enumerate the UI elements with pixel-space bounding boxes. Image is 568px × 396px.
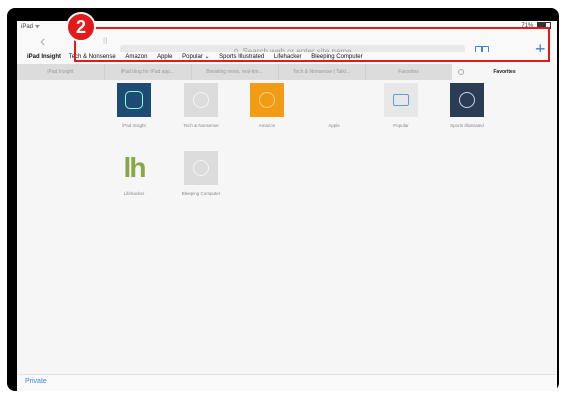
favorite-label: Apple [328,123,340,128]
active-tab-label: Favorites [493,69,516,75]
favorite-ipad-insight[interactable]: iPad Insight [101,83,167,128]
carrier-label: iPad ᯤ [21,24,41,30]
compass-icon [450,83,484,117]
favorite-label: Popular [393,123,409,128]
tab-item[interactable]: Tech & Nonsense | Talki... [278,64,366,80]
folder-icon [384,83,418,117]
favorite-label: Sports Illustrated [450,123,484,128]
compass-icon [184,151,218,185]
compass-icon [250,83,284,117]
favorite-tech-nonsense[interactable]: Tech & Nonsense [168,83,234,128]
tab-item[interactable]: iPad Insight [17,64,105,80]
compass-icon [184,83,218,117]
ipad-insight-icon [117,83,151,117]
back-chevron-icon[interactable]: ‹ [40,33,45,51]
favorite-apple[interactable]: Apple [301,83,367,128]
step-number-badge: 2 [66,12,96,42]
close-tab-icon[interactable] [458,69,464,75]
bookmark-item[interactable]: iPad Insight [27,52,61,63]
ipad-frame: iPad ᯤ 71% ‹ ⌷ ⚲Search web or enter site… [7,8,559,391]
safari-screen: iPad ᯤ 71% ‹ ⌷ ⚲Search web or enter site… [17,21,557,391]
favorite-sports-illustrated[interactable]: Sports Illustrated [434,83,500,128]
tab-item-active[interactable]: Favorites [452,64,557,80]
tab-item[interactable]: Favorites [365,64,453,80]
favorite-label: Tech & Nonsense [183,123,219,128]
tab-bar: iPad Insight iPad blog for iPad app... B… [17,64,557,80]
favorite-label: Bleeping Computer [181,191,221,196]
favorite-bleeping-computer[interactable]: Bleeping Computer [168,151,234,196]
annotation-highlight-box [74,27,550,62]
favorite-popular[interactable]: Popular [368,83,434,128]
favorite-label: iPad Insight [122,123,146,128]
tab-item[interactable]: Breaking news, real-tim... [191,64,279,80]
favorite-label: Lifehacker [123,191,145,196]
bottom-toolbar: Private [17,374,557,391]
favorite-amazon[interactable]: Amazon [234,83,300,128]
favorites-grid: iPad Insight Tech & Nonsense Amazon Appl… [17,83,557,373]
private-browsing-button[interactable]: Private [25,378,47,385]
favorite-lifehacker[interactable]: lh Lifehacker [101,151,167,196]
favorite-label: Amazon [258,123,276,128]
apple-icon [317,83,351,117]
tab-item[interactable]: iPad blog for iPad app... [104,64,192,80]
lifehacker-icon: lh [123,152,147,183]
